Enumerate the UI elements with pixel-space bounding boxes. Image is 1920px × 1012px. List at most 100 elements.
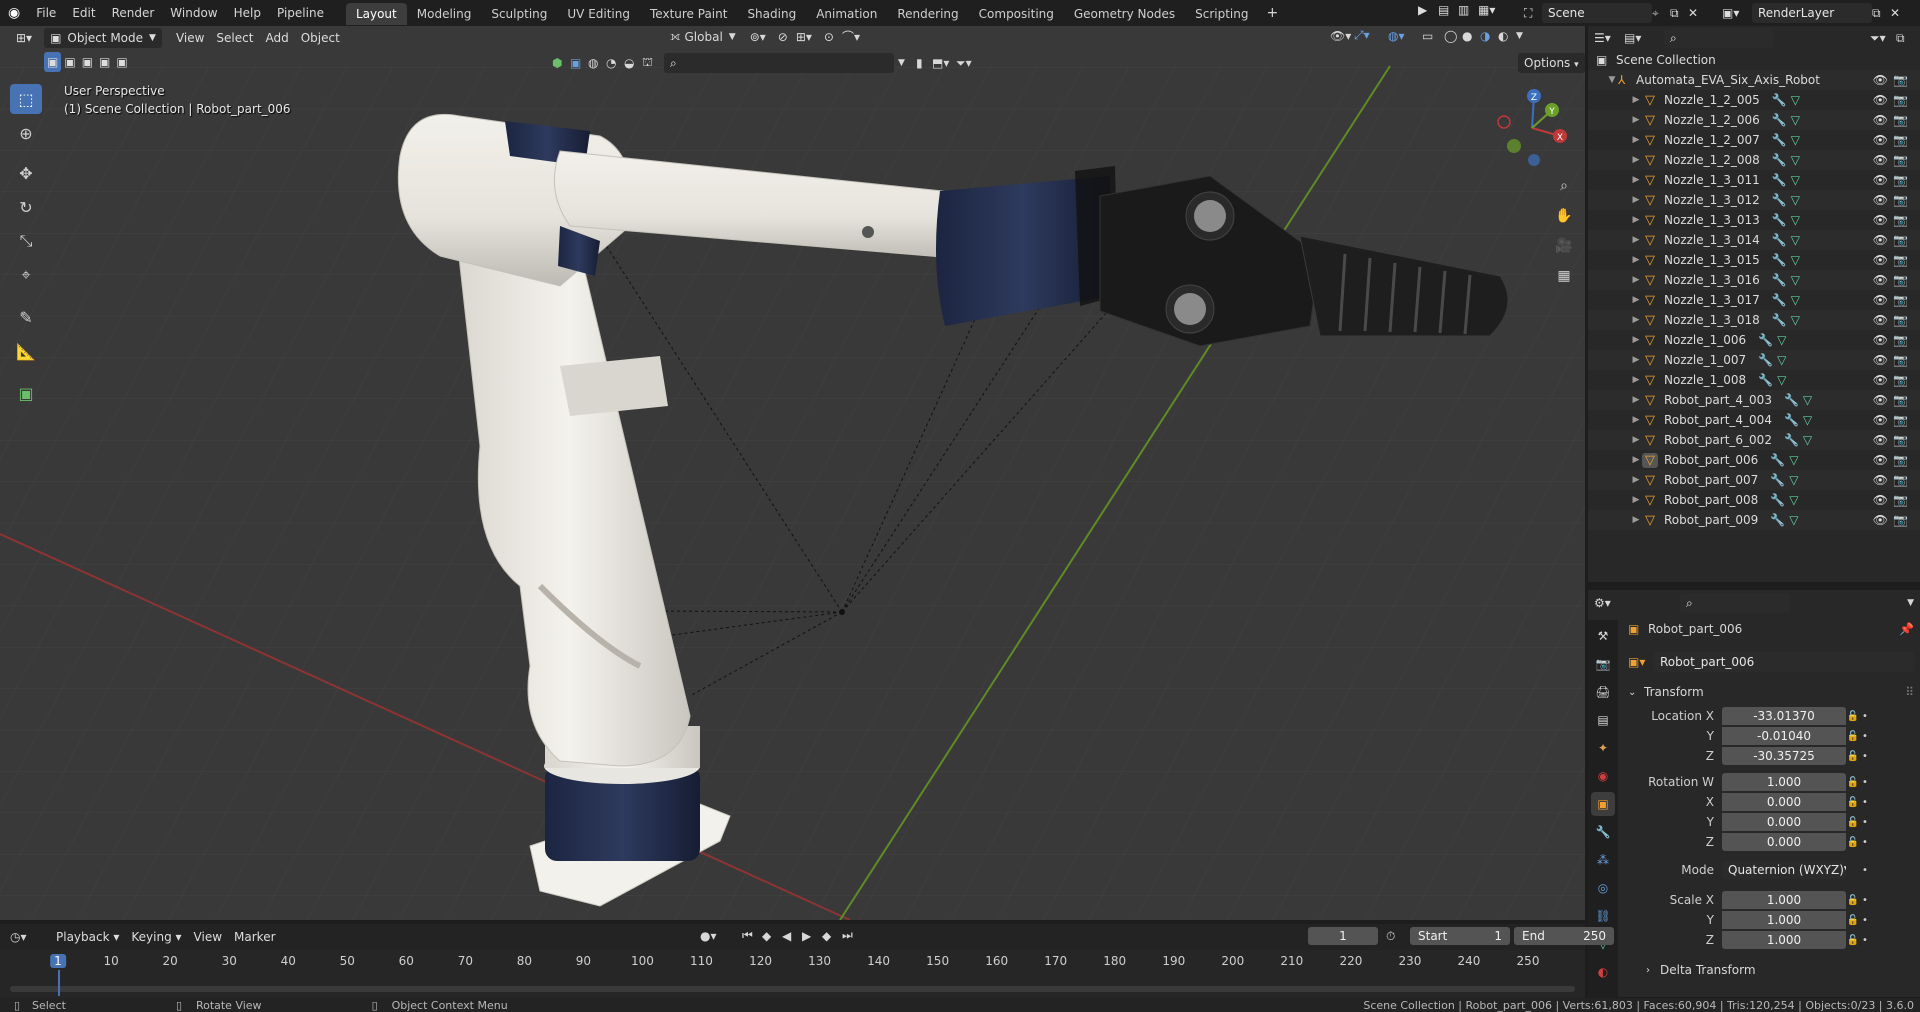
tab-texture-paint[interactable]: Texture Paint — [640, 3, 737, 25]
eye-icon[interactable]: 👁 — [1873, 333, 1888, 347]
location-z-field[interactable]: -30.35725 — [1722, 747, 1846, 765]
bookmark-icon[interactable]: ▮ — [916, 56, 932, 70]
modifier-icon[interactable]: 🔧 — [1772, 293, 1787, 307]
current-frame-field[interactable]: 1 — [1308, 927, 1378, 945]
lock-icon[interactable]: 🔓 — [1846, 935, 1860, 946]
rotation-y-field[interactable]: 0.000 — [1722, 813, 1846, 831]
modifier-icon[interactable]: 🔧 — [1758, 333, 1773, 347]
keyframe-dot-icon[interactable]: • — [1860, 731, 1870, 742]
outliner-item[interactable]: ▶ ▽ Nozzle_1_3_011 🔧 ▽ 👁 📷 — [1588, 170, 1920, 190]
add-cube-tool[interactable]: ▣ — [10, 378, 42, 408]
editor-type-icon[interactable]: ⊞▾ — [10, 28, 38, 48]
tool-tab-icon[interactable]: ⚒ — [1591, 624, 1615, 648]
keyframe-dot-icon[interactable]: • — [1860, 915, 1870, 926]
menu-marker[interactable]: Marker — [228, 927, 281, 947]
eye-icon[interactable]: 👁 — [1873, 473, 1888, 487]
eye-icon[interactable]: 👁 — [1873, 413, 1888, 427]
tab-layout[interactable]: Layout — [345, 3, 407, 25]
eye-icon[interactable]: 👁 — [1873, 153, 1888, 167]
keyframe-dot-icon[interactable]: • — [1860, 837, 1870, 848]
xray-icon[interactable]: ▭ — [1422, 29, 1444, 43]
menu-pipeline[interactable]: Pipeline — [269, 0, 332, 26]
mesh-data-icon[interactable]: ▽ — [1791, 173, 1800, 187]
eye-icon[interactable]: 👁 — [1873, 133, 1888, 147]
mesh-data-icon[interactable]: ▽ — [1791, 93, 1800, 107]
mesh-data-icon[interactable]: ▽ — [1791, 293, 1800, 307]
filter-object-icon[interactable]: ▣ — [570, 56, 588, 70]
snap-icon[interactable]: ⊘ — [778, 30, 788, 44]
modifier-icon[interactable]: 🔧 — [1772, 273, 1787, 287]
view-layer-field[interactable]: RenderLayer — [1752, 3, 1872, 23]
keyframe-dot-icon[interactable]: • — [1860, 751, 1870, 762]
world-tab-icon[interactable]: ◉ — [1591, 764, 1615, 788]
gizmo-icon[interactable]: ⤢▾ — [1354, 28, 1388, 43]
zoom-icon[interactable]: ⌕ — [1552, 174, 1576, 198]
wireframe-shading-icon[interactable]: ◯ — [1444, 29, 1462, 43]
eye-icon[interactable]: 👁 — [1873, 293, 1888, 307]
camera-icon[interactable]: 📷 — [1893, 93, 1908, 107]
eye-icon[interactable]: 👁 — [1873, 173, 1888, 187]
lock-icon[interactable]: 🔓 — [1846, 895, 1860, 906]
expand-triangle-icon[interactable]: ▶ — [1630, 275, 1642, 285]
measure-tool[interactable]: 📐 — [10, 336, 42, 366]
mesh-data-icon[interactable]: ▽ — [1803, 413, 1812, 427]
ortho-toggle-icon[interactable]: ▦ — [1552, 264, 1576, 288]
outliner-item[interactable]: ▶ ▽ Nozzle_1_3_018 🔧 ▽ 👁 📷 — [1588, 310, 1920, 330]
mesh-data-icon[interactable]: ▽ — [1791, 273, 1800, 287]
physics-tab-icon[interactable]: ◎ — [1591, 876, 1615, 900]
particles-tab-icon[interactable]: ⁂ — [1591, 848, 1615, 872]
expand-triangle-icon[interactable]: ▶ — [1630, 355, 1642, 365]
render-icon[interactable]: ▶ — [1418, 3, 1438, 17]
output-tab-icon[interactable]: 🖨 — [1591, 680, 1615, 704]
eye-icon[interactable]: 👁 — [1873, 213, 1888, 227]
lock-icon[interactable]: 🔓 — [1846, 817, 1860, 828]
expand-triangle-icon[interactable]: ▶ — [1630, 315, 1642, 325]
modifier-icon[interactable]: 🔧 — [1784, 393, 1799, 407]
modifier-icon[interactable]: 🔧 — [1772, 113, 1787, 127]
annotate-tool[interactable]: ✎ — [10, 302, 42, 332]
camera-icon[interactable]: 📷 — [1893, 413, 1908, 427]
play-icon[interactable]: ▶ — [802, 929, 822, 943]
object-icon[interactable]: ▣▾ — [1628, 655, 1654, 669]
camera-icon[interactable]: 📷 — [1893, 133, 1908, 147]
record-icon[interactable]: ●▾ — [700, 929, 726, 943]
eye-icon[interactable]: 👁 — [1873, 233, 1888, 247]
scale-z-field[interactable]: 1.000 — [1722, 931, 1846, 949]
outliner-item[interactable]: ▶ ▽ Nozzle_1_3_012 🔧 ▽ 👁 📷 — [1588, 190, 1920, 210]
collection-row[interactable]: ▼ ⅄ Automata_EVA_Six_Axis_Robot 👁 📷 — [1588, 70, 1920, 90]
outliner-item[interactable]: ▶ ▽ Nozzle_1_2_006 🔧 ▽ 👁 📷 — [1588, 110, 1920, 130]
camera-icon[interactable]: 📷 — [1893, 193, 1908, 207]
camera-icon[interactable]: 📷 — [1893, 293, 1908, 307]
eye-icon[interactable]: 👁 — [1873, 193, 1888, 207]
tab-geometry-nodes[interactable]: Geometry Nodes — [1064, 3, 1185, 25]
overlay-icon[interactable]: ◍▾ — [1388, 29, 1422, 43]
lock-icon[interactable]: 🔓 — [1846, 731, 1860, 742]
tab-compositing[interactable]: Compositing — [969, 3, 1064, 25]
timeline-ruler[interactable]: 1 10 20 30 40 50 60 70 80 90 100 110 120 130 140 150 160… — [0, 950, 1585, 998]
eye-icon[interactable]: 👁 — [1873, 493, 1888, 507]
modifier-icon[interactable]: 🔧 — [1772, 173, 1787, 187]
solid-shading-icon[interactable]: ● — [1462, 29, 1480, 43]
menu-edit[interactable]: Edit — [64, 0, 103, 26]
eye-icon[interactable]: 👁 — [1873, 353, 1888, 367]
expand-triangle-icon[interactable]: ▶ — [1630, 215, 1642, 225]
camera-icon[interactable]: 📷 — [1893, 173, 1908, 187]
rotation-z-field[interactable]: 0.000 — [1722, 833, 1846, 851]
mesh-data-icon[interactable]: ▽ — [1803, 393, 1812, 407]
3d-viewport[interactable]: ⊞▾ ▣ Object Mode ▼ View Select Add Objec… — [0, 26, 1585, 920]
jump-end-icon[interactable]: ⏭ — [842, 928, 862, 943]
tab-uv-editing[interactable]: UV Editing — [557, 3, 640, 25]
mesh-data-icon[interactable]: ▽ — [1791, 313, 1800, 327]
expand-triangle-icon[interactable]: ▶ — [1630, 115, 1642, 125]
expand-triangle-icon[interactable]: ▶ — [1630, 195, 1642, 205]
expand-triangle-icon[interactable]: ▶ — [1630, 395, 1642, 405]
eye-icon[interactable]: 👁 — [1873, 113, 1888, 127]
select-new-icon[interactable]: ▣ — [44, 52, 62, 72]
expand-triangle-icon[interactable]: ▶ — [1630, 415, 1642, 425]
camera-icon[interactable]: 📷 — [1893, 453, 1908, 467]
delete-view-layer-icon[interactable]: ✕ — [1890, 6, 1908, 20]
object-name-field[interactable]: Robot_part_006 — [1654, 652, 1914, 672]
outliner-item[interactable]: ▶ ▽ Nozzle_1_006 🔧 ▽ 👁 📷 — [1588, 330, 1920, 350]
lock-icon[interactable]: 🔓 — [1846, 797, 1860, 808]
filter-texture-icon[interactable]: ◒ — [624, 56, 642, 70]
